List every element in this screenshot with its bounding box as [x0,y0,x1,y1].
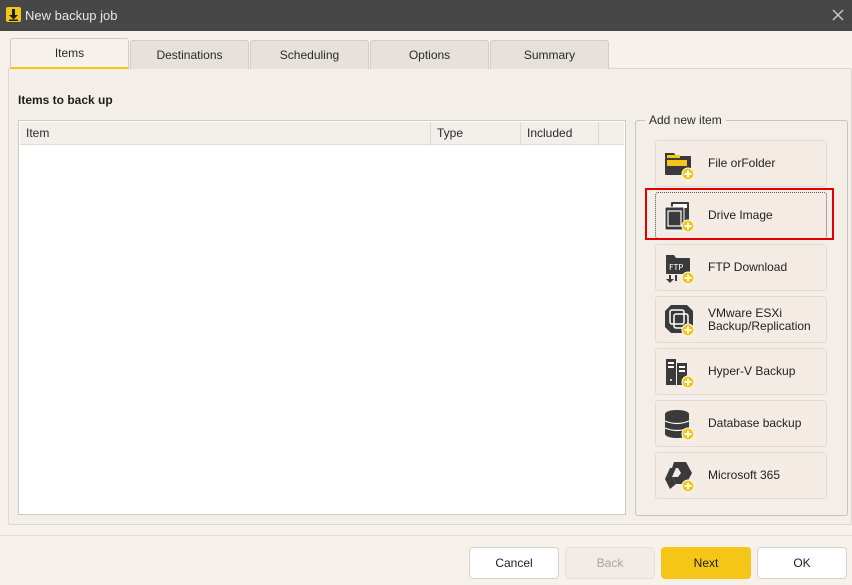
add-file-folder-button[interactable]: File orFolder [655,140,827,187]
add-new-item-label: Add new item [645,113,726,127]
items-section-title: Items to back up [18,93,113,107]
add-ftp-download-label: FTP Download [708,260,788,274]
back-button[interactable]: Back [565,547,655,579]
microsoft365-add-icon [662,459,696,493]
items-table-header: Item Type Included [20,122,624,145]
column-header-included[interactable]: Included [521,122,599,145]
add-vmware-esxi-button[interactable]: VMware ESXi Backup/Replication [655,296,827,343]
cancel-button[interactable]: Cancel [469,547,559,579]
folder-add-icon [662,147,696,181]
add-file-folder-label: File orFolder [708,156,776,170]
ok-button[interactable]: OK [757,547,847,579]
tab-summary[interactable]: Summary [490,40,609,69]
add-database-backup-button[interactable]: Database backup [655,400,827,447]
tab-destinations[interactable]: Destinations [130,40,249,69]
database-add-icon [662,407,696,441]
vmware-add-icon [662,303,696,337]
add-vmware-esxi-label: VMware ESXi Backup/Replication [708,305,811,333]
window-title: New backup job [25,8,118,23]
add-drive-image-label: Drive Image [708,208,773,222]
add-microsoft-365-label: Microsoft 365 [708,468,781,482]
column-header-type[interactable]: Type [431,122,521,145]
tab-options[interactable]: Options [370,40,489,69]
svg-text:FTP: FTP [669,263,683,272]
add-database-backup-label: Database backup [708,416,802,430]
add-hyperv-backup-button[interactable]: Hyper-V Backup [655,348,827,395]
tab-items[interactable]: Items [10,38,129,69]
add-drive-image-button[interactable]: Drive Image [655,192,827,239]
drive-image-add-icon [662,199,696,233]
title-bar: New backup job [0,0,852,31]
app-logo-icon [6,7,21,22]
next-button[interactable]: Next [661,547,751,579]
column-header-item[interactable]: Item [20,122,431,145]
ftp-add-icon: FTP [662,251,696,285]
footer-divider [0,535,852,536]
add-hyperv-backup-label: Hyper-V Backup [708,364,796,378]
add-microsoft-365-button[interactable]: Microsoft 365 [655,452,827,499]
tab-scheduling[interactable]: Scheduling [250,40,369,69]
add-ftp-download-button[interactable]: FTP FTP Download [655,244,827,291]
hyperv-add-icon [662,355,696,389]
close-icon[interactable] [830,7,846,23]
items-table[interactable]: Item Type Included [18,120,626,515]
